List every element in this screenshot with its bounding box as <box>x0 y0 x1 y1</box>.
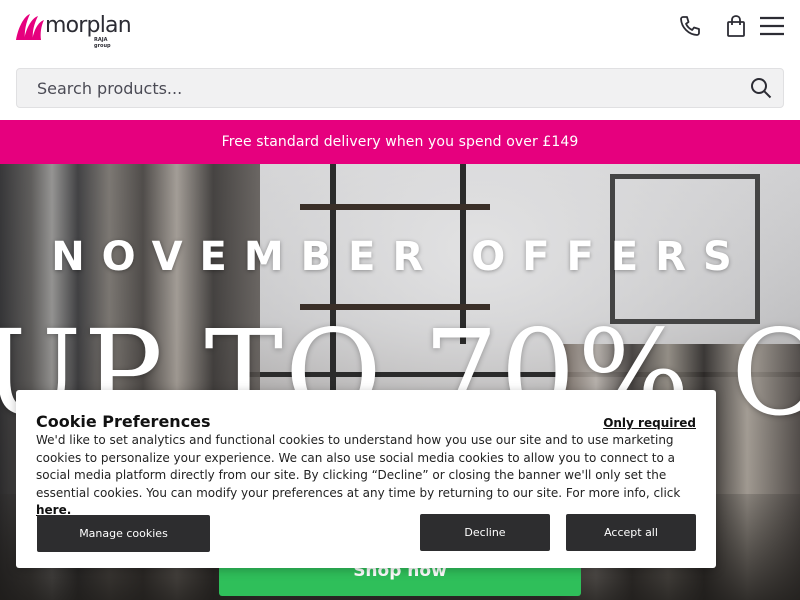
phone-icon[interactable] <box>676 12 704 40</box>
promo-banner[interactable]: Free standard delivery when you spend ov… <box>0 120 800 164</box>
morplan-logo[interactable]: morplan RAJA group <box>12 10 132 49</box>
hero-title: NOVEMBER OFFERS <box>51 234 749 280</box>
search-icon[interactable] <box>749 76 773 100</box>
manage-cookies-button[interactable]: Manage cookies <box>37 515 210 552</box>
only-required-link[interactable]: Only required <box>603 416 696 430</box>
shelf-decoration <box>300 204 490 210</box>
search-bar <box>16 68 784 108</box>
shopping-bag-icon[interactable] <box>722 12 750 40</box>
cookie-banner: Cookie Preferences Only required We'd li… <box>16 390 716 568</box>
logo-mark-icon <box>16 14 44 40</box>
site-header: morplan RAJA group <box>0 0 800 56</box>
cookie-title: Cookie Preferences <box>36 412 211 431</box>
cookie-description: We'd like to set analytics and functiona… <box>36 432 696 520</box>
promo-text: Free standard delivery when you spend ov… <box>221 134 579 150</box>
decline-button[interactable]: Decline <box>420 514 550 551</box>
logo-subtext: RAJA group <box>94 37 111 49</box>
hamburger-menu-icon[interactable] <box>758 12 786 40</box>
search-input[interactable] <box>17 69 737 107</box>
accept-all-button[interactable]: Accept all <box>566 514 696 551</box>
logo-text: morplan <box>45 13 132 38</box>
cookie-body-text: We'd like to set analytics and functiona… <box>36 433 681 500</box>
